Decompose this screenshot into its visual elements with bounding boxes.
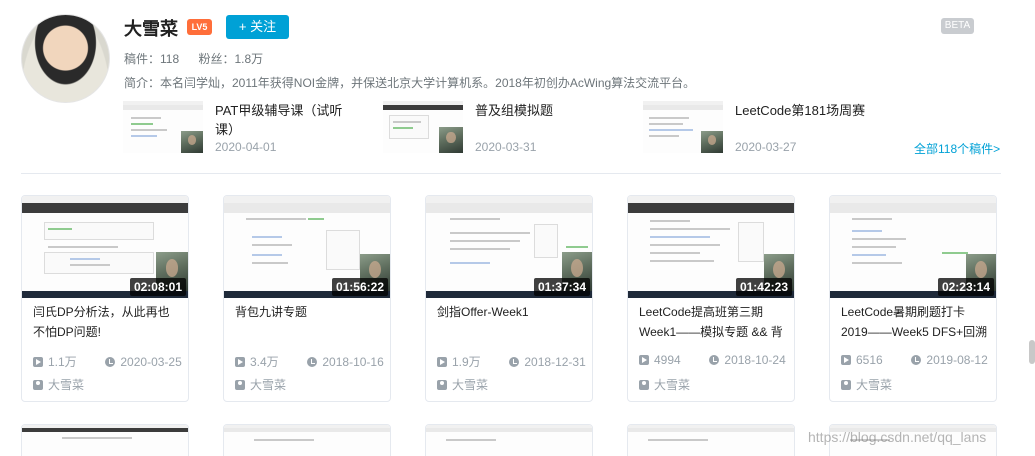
user-icon <box>33 380 43 390</box>
username[interactable]: 大雪菜 <box>124 15 178 41</box>
video-cover[interactable] <box>628 425 794 456</box>
upload-date: 2018-10-16 <box>322 355 384 369</box>
play-count-icon <box>841 355 851 365</box>
video-card[interactable] <box>627 424 795 456</box>
video-meta: 1.9万 2018-12-31 <box>437 353 586 370</box>
play-count: 1.9万 <box>452 355 481 369</box>
video-author[interactable]: 大雪菜 <box>639 376 690 393</box>
video-duration: 02:08:01 <box>129 278 186 296</box>
level-badge: LV5 <box>187 19 212 35</box>
video-meta: 1.1万 2020-03-25 <box>33 353 182 370</box>
recent-upload[interactable]: LeetCode第181场周赛 2020-03-27 <box>643 101 893 157</box>
recent-thumbnail[interactable] <box>123 101 203 153</box>
video-duration: 02:23:14 <box>937 278 994 296</box>
recent-thumbnail[interactable] <box>643 101 723 153</box>
recent-title[interactable]: 普及组模拟题 <box>475 101 615 120</box>
video-meta: 4994 2018-10-24 <box>639 353 786 367</box>
play-count: 1.1万 <box>48 355 77 369</box>
video-title[interactable]: 闫氏DP分析法，从此再也不怕DP问题! <box>33 302 181 342</box>
recent-date: 2020-04-01 <box>215 140 277 154</box>
recent-upload[interactable]: PAT甲级辅导课（试听课） 2020-04-01 <box>123 101 373 157</box>
divider <box>21 173 1001 174</box>
video-cover[interactable] <box>22 425 188 456</box>
video-title[interactable]: 剑指Offer-Week1 <box>437 302 585 342</box>
video-title[interactable]: 背包九讲专题 <box>235 302 383 342</box>
clock-icon <box>709 355 720 365</box>
video-card[interactable]: 01:42:23 LeetCode提高班第三期Week1——模拟专题 && 背 … <box>627 195 795 402</box>
video-card[interactable]: 01:56:22 背包九讲专题 3.4万 2018-10-16 大雪菜 <box>223 195 391 402</box>
recent-upload[interactable]: 普及组模拟题 2020-03-31 <box>383 101 633 157</box>
play-count-icon <box>33 357 43 367</box>
video-author[interactable]: 大雪菜 <box>841 376 892 393</box>
video-title[interactable]: LeetCode提高班第三期Week1——模拟专题 && 背 <box>639 302 787 342</box>
play-count: 3.4万 <box>250 355 279 369</box>
beta-badge: BETA <box>941 18 974 34</box>
upload-date: 2018-12-31 <box>524 355 586 369</box>
recent-title[interactable]: PAT甲级辅导课（试听课） <box>215 101 355 139</box>
clock-icon <box>911 355 922 365</box>
user-icon <box>235 380 245 390</box>
video-cover[interactable] <box>426 425 592 456</box>
video-card[interactable]: 01:37:34 剑指Offer-Week1 1.9万 2018-12-31 大… <box>425 195 593 402</box>
author-name[interactable]: 大雪菜 <box>856 378 892 392</box>
recent-date: 2020-03-31 <box>475 140 537 154</box>
video-meta: 6516 2019-08-12 <box>841 353 988 367</box>
scrollbar[interactable] <box>1029 340 1035 364</box>
clock-icon <box>307 357 318 367</box>
video-author[interactable]: 大雪菜 <box>437 376 488 393</box>
video-duration: 01:37:34 <box>533 278 590 296</box>
author-name[interactable]: 大雪菜 <box>48 378 84 392</box>
video-title[interactable]: LeetCode暑期刷题打卡2019——Week5 DFS+回溯 <box>841 302 989 342</box>
user-icon <box>841 380 851 390</box>
video-author[interactable]: 大雪菜 <box>33 376 84 393</box>
video-count: 稿件：118 <box>124 52 180 66</box>
video-meta: 3.4万 2018-10-16 <box>235 353 384 370</box>
author-name[interactable]: 大雪菜 <box>452 378 488 392</box>
all-videos-link[interactable]: 全部118个稿件> <box>914 140 1000 157</box>
upload-date: 2020-03-25 <box>120 355 182 369</box>
video-duration: 01:56:22 <box>331 278 388 296</box>
user-icon <box>639 380 649 390</box>
avatar[interactable] <box>21 14 110 103</box>
video-duration: 01:42:23 <box>735 278 792 296</box>
video-author[interactable]: 大雪菜 <box>235 376 286 393</box>
video-card[interactable]: 02:23:14 LeetCode暑期刷题打卡2019——Week5 DFS+回… <box>829 195 997 402</box>
follow-button[interactable]: + 关注 <box>226 15 289 39</box>
clock-icon <box>509 357 520 367</box>
play-count: 6516 <box>856 353 883 367</box>
user-intro: 简介：本名闫学灿，2011年获得NOI金牌，并保送北京大学计算机系。2018年初… <box>124 76 696 90</box>
video-card[interactable]: 02:08:01 闫氏DP分析法，从此再也不怕DP问题! 1.1万 2020-0… <box>21 195 189 402</box>
play-count: 4994 <box>654 353 681 367</box>
profile-header: 大雪菜 LV5 + 关注 BETA 稿件：118 粉丝：1.8万 简介：本名闫学… <box>0 0 1035 175</box>
play-count-icon <box>235 357 245 367</box>
video-card[interactable] <box>21 424 189 456</box>
video-card[interactable] <box>425 424 593 456</box>
upload-date: 2018-10-24 <box>724 353 786 367</box>
author-name[interactable]: 大雪菜 <box>250 378 286 392</box>
user-icon <box>437 380 447 390</box>
fan-count: 粉丝：1.8万 <box>198 52 264 66</box>
recent-title[interactable]: LeetCode第181场周赛 <box>735 101 875 120</box>
recent-thumbnail[interactable] <box>383 101 463 153</box>
upload-date: 2019-08-12 <box>926 353 988 367</box>
video-cover[interactable] <box>224 425 390 456</box>
author-name[interactable]: 大雪菜 <box>654 378 690 392</box>
play-count-icon <box>639 355 649 365</box>
user-stats: 稿件：118 粉丝：1.8万 <box>124 50 279 67</box>
video-card[interactable] <box>223 424 391 456</box>
clock-icon <box>105 357 116 367</box>
recent-date: 2020-03-27 <box>735 140 797 154</box>
play-count-icon <box>437 357 447 367</box>
watermark: https://blog.csdn.net/qq_lans <box>808 429 987 445</box>
